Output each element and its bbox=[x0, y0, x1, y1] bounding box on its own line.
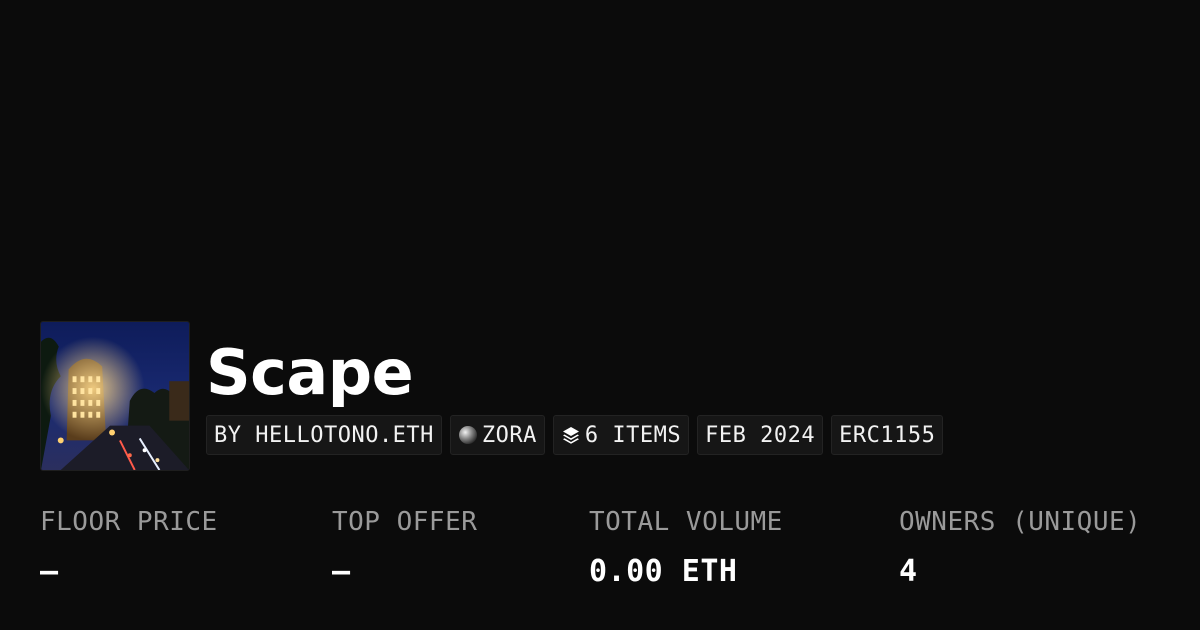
items-tag[interactable]: 6 ITEMS bbox=[552, 415, 690, 455]
total-volume-label: TOTAL VOLUME bbox=[589, 507, 783, 537]
layers-icon bbox=[561, 425, 581, 445]
owners-stat: OWNERS (UNIQUE) 4 bbox=[899, 504, 1141, 590]
standard-tag-label: ERC1155 bbox=[839, 422, 936, 448]
collection-thumbnail bbox=[40, 321, 190, 471]
owners-value: 4 bbox=[899, 554, 918, 589]
collection-title: Scape bbox=[206, 336, 414, 409]
floor-price-stat: FLOOR PRICE – bbox=[40, 504, 218, 590]
creator-tag-label: BY HELLOTONO.ETH bbox=[214, 422, 434, 448]
date-tag: FEB 2024 bbox=[697, 415, 824, 455]
floor-price-value: – bbox=[40, 554, 59, 589]
total-volume-value: 0.00 ETH bbox=[589, 554, 738, 589]
creator-tag[interactable]: BY HELLOTONO.ETH bbox=[206, 415, 442, 455]
top-offer-stat: TOP OFFER – bbox=[332, 504, 477, 590]
top-offer-value: – bbox=[332, 554, 351, 589]
top-offer-label: TOP OFFER bbox=[332, 507, 478, 537]
date-tag-label: FEB 2024 bbox=[705, 422, 816, 448]
zora-orb-icon bbox=[458, 425, 478, 445]
network-tag-label: ZORA bbox=[481, 422, 537, 448]
floor-price-label: FLOOR PRICE bbox=[40, 507, 218, 537]
owners-label: OWNERS (UNIQUE) bbox=[899, 507, 1142, 537]
collection-tags: BY HELLOTONO.ETH ZORA 6 ITEMS FEB 2024 E… bbox=[206, 415, 944, 455]
items-tag-label: 6 ITEMS bbox=[584, 422, 682, 448]
network-tag[interactable]: ZORA bbox=[449, 415, 545, 455]
standard-tag: ERC1155 bbox=[831, 415, 944, 455]
total-volume-stat: TOTAL VOLUME 0.00 ETH bbox=[589, 504, 783, 590]
